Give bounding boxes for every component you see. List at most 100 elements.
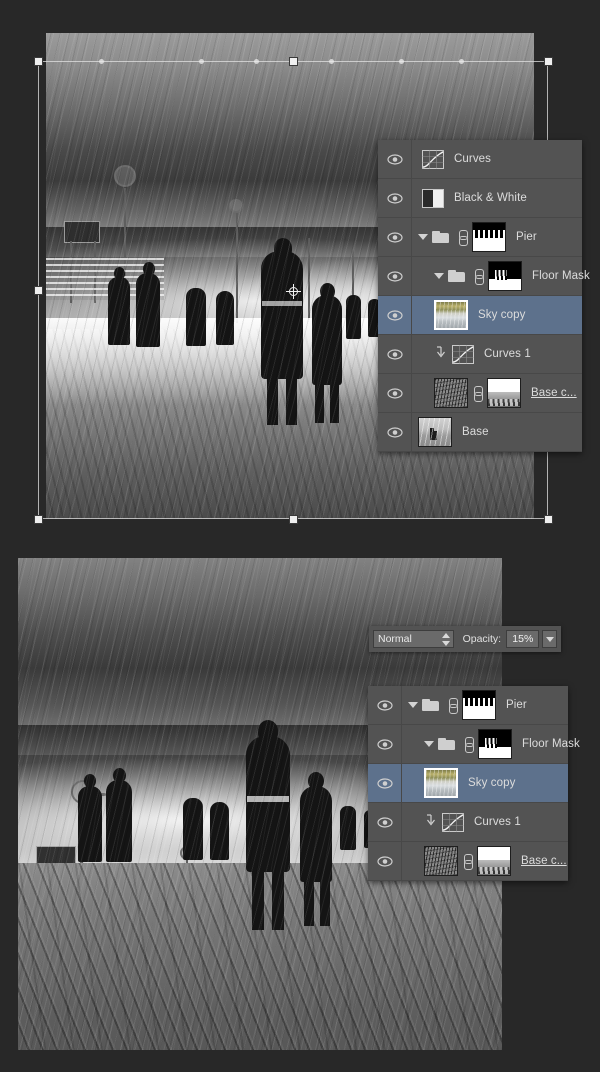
layers-panel-lower[interactable]: Pier Floor Mask Sky copy Curves 1 Base c... (368, 686, 580, 881)
layer-name-label[interactable]: Sky copy (468, 777, 515, 789)
layer-name-label[interactable]: Base (462, 426, 489, 438)
opacity-input[interactable]: 15% (506, 630, 540, 648)
layer-visibility-cell[interactable] (378, 413, 412, 451)
floor-mask-thumbnail[interactable] (488, 261, 522, 291)
layer-name-label[interactable]: Black & White (454, 192, 527, 204)
black-white-adjustment-icon[interactable] (422, 188, 444, 208)
blend-mode-select[interactable]: Normal (373, 630, 454, 648)
layer-content-cell[interactable]: Floor Mask (402, 725, 580, 763)
link-icon[interactable] (448, 697, 458, 714)
layer-content-cell[interactable]: Black & White (412, 179, 582, 217)
layer-visibility-cell[interactable] (368, 725, 402, 763)
eye-icon[interactable] (376, 777, 393, 789)
layer-name-label[interactable]: Sky copy (478, 309, 525, 321)
layer-content-cell[interactable]: Pier (412, 218, 582, 256)
eye-icon[interactable] (386, 192, 403, 204)
layer-row[interactable]: Pier (368, 686, 568, 725)
transform-handle-bottom-left[interactable] (34, 515, 43, 524)
layer-visibility-cell[interactable] (378, 218, 412, 256)
layer-row[interactable]: Curves 1 (368, 803, 568, 842)
layer-content-cell[interactable]: Curves 1 (402, 803, 568, 841)
layer-content-cell[interactable]: Sky copy (402, 764, 568, 802)
layer-row[interactable]: Floor Mask (368, 725, 580, 764)
eye-icon[interactable] (386, 387, 403, 399)
layer-visibility-cell[interactable] (368, 842, 402, 880)
link-icon[interactable] (464, 736, 474, 753)
link-icon[interactable] (458, 229, 468, 246)
base-copy-thumbnail[interactable] (434, 378, 468, 408)
eye-icon[interactable] (386, 348, 403, 360)
layer-content-cell[interactable]: Curves 1 (412, 335, 582, 373)
layer-row[interactable]: Base (378, 413, 582, 452)
chevron-down-icon[interactable] (418, 234, 428, 240)
base-copy-mask-thumbnail[interactable] (477, 846, 511, 876)
layer-visibility-cell[interactable] (378, 140, 412, 178)
opacity-dropdown-button[interactable] (542, 630, 557, 648)
chevron-down-icon[interactable] (434, 273, 444, 279)
eye-icon[interactable] (386, 231, 403, 243)
sky-copy-thumbnail[interactable] (434, 300, 468, 330)
pier-mask-thumbnail[interactable] (462, 690, 496, 720)
layer-row[interactable]: Pier (378, 218, 582, 257)
eye-icon[interactable] (376, 699, 393, 711)
layer-name-label[interactable]: Floor Mask (522, 738, 580, 750)
layer-row[interactable]: Base c... (378, 374, 582, 413)
layer-content-cell[interactable]: Floor Mask (412, 257, 590, 295)
link-icon[interactable] (473, 385, 483, 402)
layer-name-label[interactable]: Pier (506, 699, 527, 711)
layer-name-label[interactable]: Pier (516, 231, 537, 243)
eye-icon[interactable] (386, 270, 403, 282)
layer-row[interactable]: Sky copy (368, 764, 568, 803)
curves-adjustment-icon[interactable] (442, 812, 464, 832)
sky-copy-thumbnail[interactable] (424, 768, 458, 798)
eye-icon[interactable] (386, 426, 403, 438)
base-copy-mask-thumbnail[interactable] (487, 378, 521, 408)
link-icon[interactable] (474, 268, 484, 285)
layer-row[interactable]: Floor Mask (378, 257, 590, 296)
layer-content-cell[interactable]: Base c... (402, 842, 568, 880)
chevron-down-icon[interactable] (408, 702, 418, 708)
eye-icon[interactable] (386, 309, 403, 321)
layer-content-cell[interactable]: Curves (412, 140, 582, 178)
pier-mask-thumbnail[interactable] (472, 222, 506, 252)
layer-visibility-cell[interactable] (378, 179, 412, 217)
transform-handle-bottom-center[interactable] (289, 515, 298, 524)
layer-visibility-cell[interactable] (378, 374, 412, 412)
chevron-updown-icon[interactable] (441, 633, 450, 646)
layer-name-label[interactable]: Floor Mask (532, 270, 590, 282)
transform-handle-middle-left[interactable] (34, 286, 43, 295)
layer-name-label[interactable]: Curves (454, 153, 491, 165)
layer-row[interactable]: Black & White (378, 179, 582, 218)
layer-row[interactable]: Curves 1 (378, 335, 582, 374)
layer-visibility-cell[interactable] (378, 257, 412, 295)
layer-row[interactable]: Sky copy (378, 296, 582, 335)
layer-visibility-cell[interactable] (368, 686, 402, 724)
chevron-down-icon[interactable] (424, 741, 434, 747)
layer-content-cell[interactable]: Base (412, 413, 582, 451)
transform-handle-top-left[interactable] (34, 57, 43, 66)
blend-mode-toolbar[interactable]: Normal Opacity: 15% (369, 626, 561, 652)
layer-row[interactable]: Curves (378, 140, 582, 179)
layer-content-cell[interactable]: Pier (402, 686, 568, 724)
layer-visibility-cell[interactable] (368, 764, 402, 802)
floor-mask-thumbnail[interactable] (478, 729, 512, 759)
layer-content-cell[interactable]: Sky copy (412, 296, 582, 334)
layer-visibility-cell[interactable] (378, 296, 412, 334)
layer-name-label[interactable]: Base c... (531, 387, 577, 399)
eye-icon[interactable] (376, 855, 393, 867)
transform-handle-top-center[interactable] (289, 57, 298, 66)
base-copy-thumbnail[interactable] (424, 846, 458, 876)
transform-handle-top-right[interactable] (544, 57, 553, 66)
layer-name-label[interactable]: Base c... (521, 855, 567, 867)
eye-icon[interactable] (376, 738, 393, 750)
layer-visibility-cell[interactable] (368, 803, 402, 841)
layer-name-label[interactable]: Curves 1 (484, 348, 531, 360)
curves-adjustment-icon[interactable] (422, 149, 444, 169)
layer-content-cell[interactable]: Base c... (412, 374, 582, 412)
curves-adjustment-icon[interactable] (452, 344, 474, 364)
base-layer-thumbnail[interactable] (418, 417, 452, 447)
link-icon[interactable] (463, 853, 473, 870)
transform-handle-bottom-right[interactable] (544, 515, 553, 524)
layers-panel-upper[interactable]: Curves Black & White Pier Floor Mask Sky cop… (378, 140, 590, 452)
eye-icon[interactable] (386, 153, 403, 165)
